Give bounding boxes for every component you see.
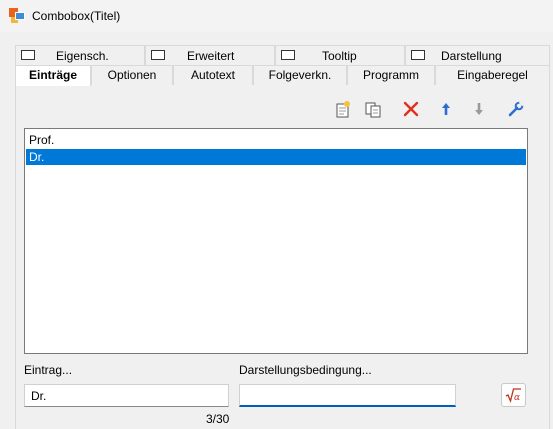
condition-label: Darstellungsbedingung...: [239, 363, 372, 377]
tab-programm[interactable]: Programm: [347, 65, 435, 85]
delete-icon: [403, 101, 419, 117]
tab-eintraege[interactable]: Einträge: [15, 65, 91, 86]
copy-button[interactable]: [364, 100, 382, 118]
tab-optionen[interactable]: Optionen: [91, 65, 173, 85]
tab-erweitert[interactable]: Erweitert: [145, 45, 275, 65]
character-counter: 3/30: [206, 412, 230, 426]
list-item-selected[interactable]: Dr.: [26, 149, 526, 165]
app-icon: [9, 8, 25, 24]
delete-button[interactable]: [402, 100, 420, 118]
tab-checkbox-icon: [151, 50, 165, 60]
tools-icon: [508, 101, 524, 117]
move-down-icon: [475, 103, 483, 115]
entry-label: Eintrag...: [24, 363, 73, 377]
list-item[interactable]: Prof.: [26, 132, 526, 148]
tab-darstellung[interactable]: Darstellung: [405, 45, 550, 65]
formula-button[interactable]: α: [501, 383, 526, 407]
tab-label: Eigensch.: [56, 49, 109, 63]
condition-input[interactable]: [239, 384, 456, 407]
move-down-button[interactable]: [470, 100, 488, 118]
window-title: Combobox(Titel): [32, 9, 121, 23]
tab-tooltip[interactable]: Tooltip: [275, 45, 405, 65]
copy-icon: [365, 102, 381, 118]
tab-label: Tooltip: [322, 49, 357, 63]
entries-listbox[interactable]: Prof. Dr.: [24, 128, 528, 354]
tab-label: Darstellung: [441, 49, 502, 63]
tools-button[interactable]: [507, 100, 525, 118]
tab-label: Erweitert: [187, 49, 235, 63]
tab-checkbox-icon: [21, 50, 35, 60]
tab-folgeverkn[interactable]: Folgeverkn.: [253, 65, 347, 85]
tab-checkbox-icon: [411, 50, 425, 60]
move-up-icon: [442, 103, 450, 115]
tab-autotext[interactable]: Autotext: [173, 65, 253, 85]
sqrt-alpha-icon: α: [505, 388, 521, 404]
new-entry-icon: [336, 101, 350, 118]
tab-checkbox-icon: [281, 50, 295, 60]
move-up-button[interactable]: [437, 100, 455, 118]
svg-text:α: α: [514, 393, 520, 403]
title-bar: Combobox(Titel): [0, 0, 553, 32]
entry-input[interactable]: Dr.: [24, 384, 229, 407]
tab-eingaberegel[interactable]: Eingaberegel: [435, 65, 550, 85]
new-entry-button[interactable]: [334, 100, 352, 118]
tab-eigenschaften[interactable]: Eigensch.: [15, 45, 145, 65]
